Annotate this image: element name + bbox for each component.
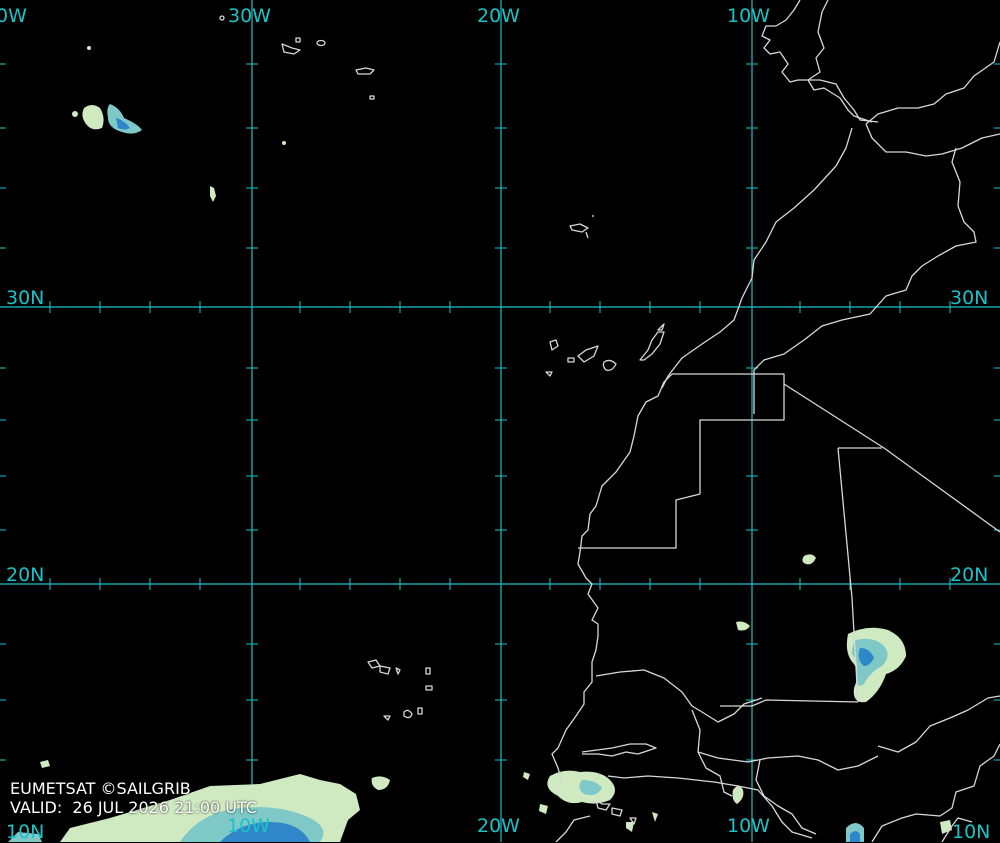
latitude-label-right-10n: 10N xyxy=(952,821,991,843)
latitude-label-corner-10n: 10N xyxy=(6,821,45,843)
valid-timestamp: VALID: 26 JUL 2026 21:00 UTC xyxy=(10,798,257,817)
satellite-map xyxy=(0,0,1000,842)
longitude-label-top-20w: 20W xyxy=(477,5,520,27)
latitude-label-right-20n: 20N xyxy=(950,564,989,586)
longitude-label-bottom-10w: 10W xyxy=(227,815,270,837)
longitude-label-top-30w: 30W xyxy=(228,5,271,27)
longitude-label-top-0w: 0W xyxy=(0,5,27,27)
source-credit: EUMETSAT ©SAILGRIB xyxy=(10,779,191,798)
credit-overlay: EUMETSAT ©SAILGRIB VALID: 26 JUL 2026 21… xyxy=(10,779,257,817)
longitude-label-top-10w: 10W xyxy=(727,5,770,27)
latitude-label-left-30n: 30N xyxy=(6,287,45,309)
longitude-label-bottom-10w-right: 10W xyxy=(727,815,770,837)
latitude-label-right-30n: 30N xyxy=(950,287,989,309)
latitude-label-left-20n: 20N xyxy=(6,564,45,586)
longitude-label-bottom-20w: 20W xyxy=(477,815,520,837)
